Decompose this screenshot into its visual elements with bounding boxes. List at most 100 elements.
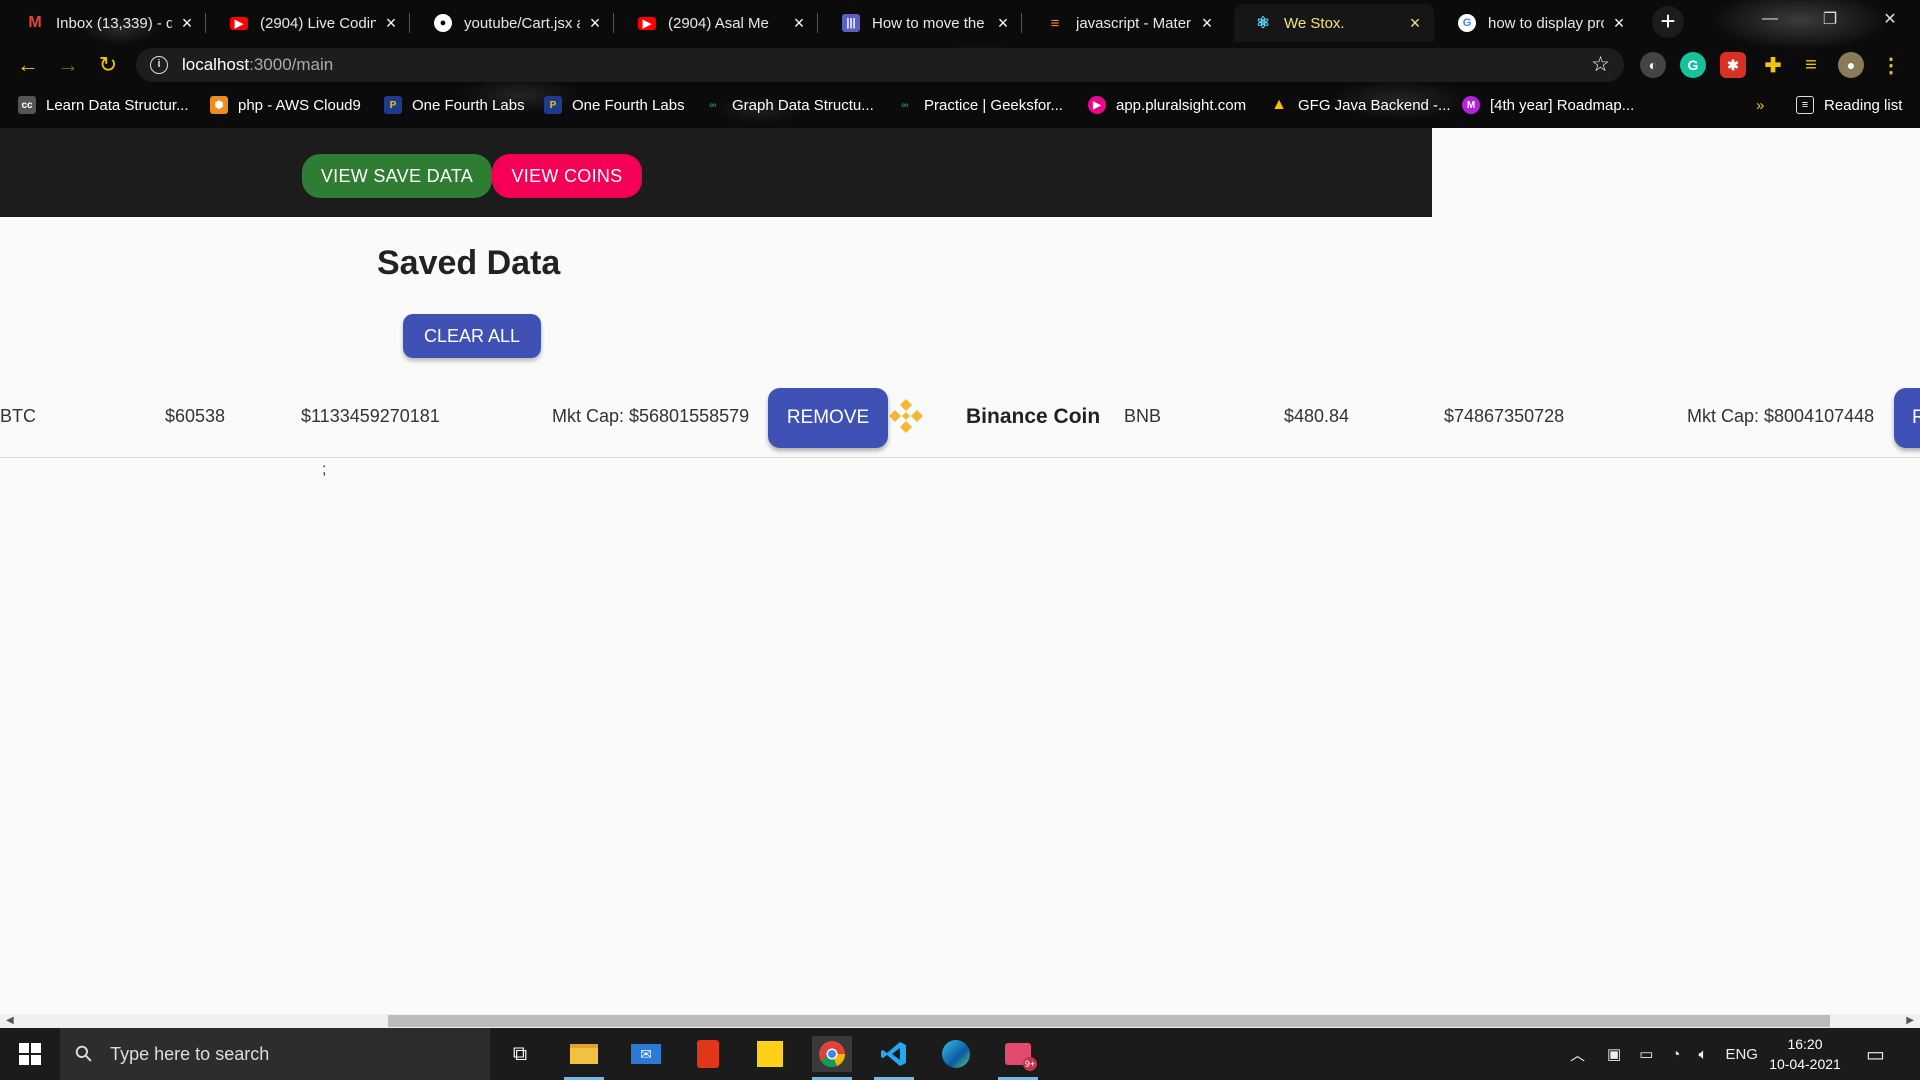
extension-dark-icon[interactable]: ◐ <box>1640 52 1666 78</box>
close-icon[interactable]: × <box>790 13 808 34</box>
app-bar: VIEW SAVE DATA VIEW COINS <box>0 128 1432 217</box>
reading-list-icon: ≡ <box>1796 96 1814 114</box>
tab-stackoverflow[interactable]: ≡ javascript - Mater × <box>1026 4 1226 42</box>
view-coins-button[interactable]: VIEW COINS <box>492 154 642 198</box>
tab-how-to-move[interactable]: ||| How to move the × <box>822 4 1022 42</box>
remove-button[interactable]: REMOVE <box>768 388 888 448</box>
bookmarks-bar: cc Learn Data Structur... ⬢ php - AWS Clou… <box>0 90 1920 120</box>
remove-button[interactable]: R <box>1894 388 1920 448</box>
page-content: VIEW SAVE DATA VIEW COINS Saved Data CLE… <box>0 128 1920 1014</box>
gmail-icon: M <box>28 14 42 31</box>
p-icon: P <box>544 96 562 114</box>
bookmark-label: Graph Data Structu... <box>732 96 874 114</box>
system-tray: ︿ ▣ ▭ ◔ 🔈︎ ENG <box>1570 1028 1758 1080</box>
minimize-icon[interactable]: — <box>1740 0 1800 38</box>
maximize-icon[interactable]: ❐ <box>1800 0 1860 38</box>
bookmark-item[interactable]: P One Fourth Labs <box>384 94 525 116</box>
cc-icon: cc <box>18 96 36 114</box>
bookmark-item[interactable]: P One Fourth Labs <box>544 94 685 116</box>
file-explorer-icon[interactable] <box>564 1036 604 1080</box>
extension-red-icon[interactable]: ✱ <box>1720 52 1746 78</box>
taskbar-search-box[interactable]: ⚲ Type here to search <box>60 1028 490 1080</box>
coin-market-cap: Mkt Cap: $8004107448 <box>1687 406 1875 426</box>
start-button[interactable] <box>0 1028 60 1080</box>
close-window-icon[interactable]: ✕ <box>1860 0 1920 38</box>
clock-date: 10-04-2021 <box>1769 1056 1841 1072</box>
task-view-icon[interactable]: ⧉ <box>500 1036 540 1072</box>
board-icon: ||| <box>842 14 860 32</box>
battery-icon[interactable]: ▭ <box>1639 1045 1653 1063</box>
info-icon[interactable]: i <box>150 56 168 74</box>
tab-google[interactable]: G how to display pro × <box>1438 4 1638 42</box>
tab-we-stox[interactable]: ⚛ We Stox. × <box>1234 4 1434 42</box>
horizontal-scrollbar[interactable]: ◀ ▶ <box>0 1014 1920 1028</box>
tab-strip: M Inbox (13,339) - di × ▶ (2904) Live Co… <box>0 0 1920 42</box>
media-control-icon[interactable]: ≡ <box>1798 52 1824 78</box>
volume-icon[interactable]: 🔈︎ <box>1698 1046 1707 1063</box>
new-tab-button[interactable]: + <box>1652 6 1684 38</box>
menu-dots-icon[interactable]: ⋮ <box>1878 52 1904 78</box>
meet-now-icon[interactable]: ▣ <box>1607 1045 1621 1063</box>
scroll-right-icon[interactable]: ▶ <box>1906 1014 1914 1028</box>
tab-title: youtube/Cart.jsx at <box>464 14 580 32</box>
tab-youtube-asal[interactable]: ▶ (2904) Asal Me × <box>618 4 818 42</box>
close-icon[interactable]: × <box>382 13 400 34</box>
vscode-icon[interactable] <box>874 1036 914 1080</box>
bookmark-item[interactable]: ▲ GFG Java Backend -... <box>1270 94 1451 116</box>
bookmark-item[interactable]: ▶ app.pluralsight.com <box>1088 94 1246 116</box>
show-hidden-icons-icon[interactable]: ︿ <box>1570 1044 1585 1065</box>
grammarly-icon[interactable]: G <box>1680 52 1706 78</box>
notifications-icon[interactable]: ▭ <box>1866 1028 1885 1080</box>
more-bookmarks-icon[interactable]: » <box>1756 94 1764 116</box>
bookmark-item[interactable]: ∞ Practice | Geeksfor... <box>896 94 1063 116</box>
tab-youtube-live[interactable]: ▶ (2904) Live Coding × <box>210 4 410 42</box>
page-title: Saved Data <box>377 244 561 282</box>
bookmark-label: php - AWS Cloud9 <box>238 96 361 114</box>
clock[interactable]: 16:20 10-04-2021 <box>1760 1034 1850 1074</box>
extensions-puzzle-icon[interactable]: ✚ <box>1760 52 1786 78</box>
mail-icon[interactable]: ✉ <box>626 1036 666 1072</box>
bookmark-label: GFG Java Backend -... <box>1298 96 1451 114</box>
close-icon[interactable]: × <box>178 13 196 34</box>
tab-github[interactable]: ● youtube/Cart.jsx at × <box>414 4 614 42</box>
language-indicator[interactable]: ENG <box>1725 1046 1758 1063</box>
forward-icon[interactable]: → <box>54 51 82 79</box>
bookmark-item[interactable]: M [4th year] Roadmap... <box>1462 94 1634 116</box>
tab-title: how to display pro <box>1488 14 1604 32</box>
close-icon[interactable]: × <box>586 13 604 34</box>
close-icon[interactable]: × <box>1198 13 1216 34</box>
reload-icon[interactable]: ↻ <box>94 51 122 79</box>
photos-icon[interactable]: 9+ <box>998 1036 1038 1080</box>
back-icon[interactable]: ← <box>14 51 42 79</box>
scroll-left-icon[interactable]: ◀ <box>6 1014 14 1028</box>
clear-all-button[interactable]: CLEAR ALL <box>403 314 541 358</box>
bookmark-label: [4th year] Roadmap... <box>1490 96 1635 114</box>
close-icon[interactable]: × <box>1406 13 1424 34</box>
bookmark-item[interactable]: cc Learn Data Structur... <box>18 94 189 116</box>
sticky-notes-icon[interactable] <box>750 1036 790 1072</box>
scrollbar-thumb[interactable] <box>388 1015 1830 1027</box>
bookmark-label: Practice | Geeksfor... <box>924 96 1063 114</box>
gfg-icon: ∞ <box>709 99 717 111</box>
bookmark-star-icon[interactable]: ☆ <box>1591 52 1610 77</box>
address-bar[interactable]: i localhost:3000/main ☆ <box>136 48 1624 82</box>
close-icon[interactable]: × <box>994 13 1012 34</box>
bookmark-label: One Fourth Labs <box>412 96 525 114</box>
close-icon[interactable]: × <box>1610 13 1628 34</box>
view-save-data-button[interactable]: VIEW SAVE DATA <box>302 154 492 198</box>
react-icon: ⚛ <box>1255 15 1271 32</box>
reading-list-button[interactable]: ≡ Reading list <box>1796 94 1902 116</box>
bookmark-item[interactable]: ⬢ php - AWS Cloud9 <box>210 94 361 116</box>
edge-icon[interactable] <box>936 1036 976 1072</box>
pluralsight-icon: ▶ <box>1088 96 1106 114</box>
coin-symbol: BTC <box>0 406 36 426</box>
profile-avatar[interactable]: ● <box>1838 52 1864 78</box>
wifi-icon[interactable]: ◔ <box>1671 1046 1680 1063</box>
chrome-icon[interactable] <box>812 1036 852 1080</box>
tab-gmail[interactable]: M Inbox (13,339) - di × <box>6 4 206 42</box>
aws-icon: ⬢ <box>210 96 228 114</box>
bookmark-item[interactable]: ∞ Graph Data Structu... <box>704 94 874 116</box>
binance-coin-icon <box>889 399 923 433</box>
windows-taskbar: ⚲ Type here to search ⧉ ✉ 9+ ︿ ▣ ▭ ◔ 🔈︎ … <box>0 1028 1920 1080</box>
office-icon[interactable] <box>688 1036 728 1072</box>
